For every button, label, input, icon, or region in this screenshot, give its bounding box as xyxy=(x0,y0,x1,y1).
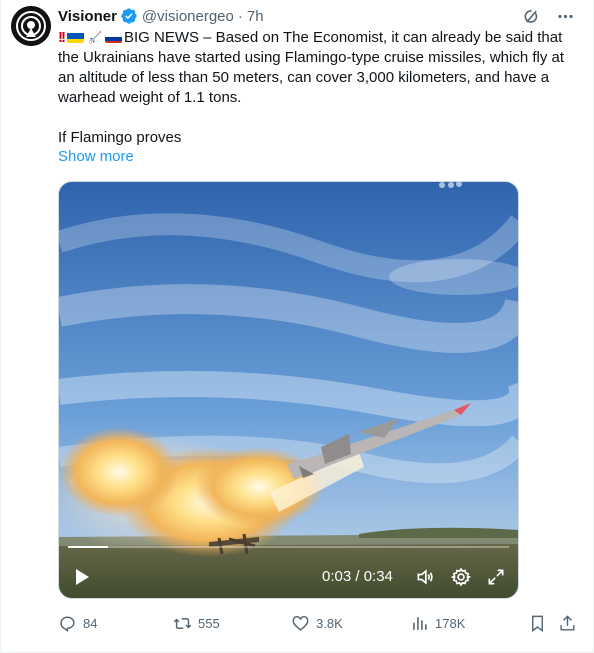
video-player[interactable]: 0:03 / 0:34 xyxy=(58,181,519,599)
repost-count: 555 xyxy=(198,615,220,631)
tweet-paragraph-2: If Flamingo proves xyxy=(58,129,182,146)
grok-icon[interactable] xyxy=(521,6,541,26)
rocket-icon xyxy=(86,29,103,45)
ukraine-flag-icon xyxy=(67,31,84,43)
play-icon[interactable] xyxy=(73,568,91,586)
reply-button[interactable]: 84 xyxy=(58,612,97,634)
fullscreen-icon[interactable] xyxy=(486,567,506,587)
tweet-text-main: BIG NEWS – Based on The Economist, it ca… xyxy=(58,29,569,106)
bookmark-button[interactable] xyxy=(528,612,547,634)
russia-flag-icon xyxy=(105,31,122,43)
tweet-paragraph-1: !! BIG NEWS – Based on The Economist, it … xyxy=(58,28,573,108)
video-controls: 0:03 / 0:34 xyxy=(59,562,518,592)
post-time[interactable]: 7h xyxy=(247,8,264,25)
repost-button[interactable]: 555 xyxy=(173,612,220,634)
tweet-header: Visioner @visionergeo · 7h xyxy=(58,6,264,26)
author-handle[interactable]: @visionergeo xyxy=(142,8,234,25)
tweet-body: !! BIG NEWS – Based on The Economist, it … xyxy=(58,28,573,148)
bookmark-icon xyxy=(532,615,543,632)
volume-icon[interactable] xyxy=(415,567,435,587)
share-icon xyxy=(560,614,575,631)
more-options-icon[interactable] xyxy=(555,6,575,26)
show-more-link[interactable]: Show more xyxy=(58,148,134,165)
visioner-logo-icon xyxy=(11,6,51,46)
double-exclamation-icon: !! xyxy=(58,29,66,46)
reply-count: 84 xyxy=(83,615,98,631)
like-count: 3.8K xyxy=(316,615,343,631)
separator-dot: · xyxy=(237,7,243,25)
top-actions xyxy=(521,6,575,26)
views-button[interactable]: 178K xyxy=(410,612,465,634)
views-chart-icon xyxy=(413,616,427,630)
reply-icon xyxy=(60,615,75,632)
views-count: 178K xyxy=(435,615,466,631)
author-name[interactable]: Visioner xyxy=(58,8,117,25)
share-button[interactable] xyxy=(558,612,577,634)
video-progress-fill xyxy=(68,546,108,548)
video-frame-image xyxy=(59,182,518,598)
action-bar: 84 555 3.8K 178K xyxy=(58,612,578,634)
settings-gear-icon[interactable] xyxy=(450,567,472,587)
avatar[interactable] xyxy=(11,6,51,46)
video-timecode: 0:03 / 0:34 xyxy=(322,568,393,585)
verified-badge-icon xyxy=(120,7,138,25)
heart-icon xyxy=(292,615,309,631)
tweet-card: Visioner @visionergeo · 7h !! BIG NEWS – … xyxy=(0,0,594,653)
like-button[interactable]: 3.8K xyxy=(291,612,343,634)
video-progress-bar[interactable] xyxy=(68,546,509,548)
repost-icon xyxy=(173,617,192,629)
